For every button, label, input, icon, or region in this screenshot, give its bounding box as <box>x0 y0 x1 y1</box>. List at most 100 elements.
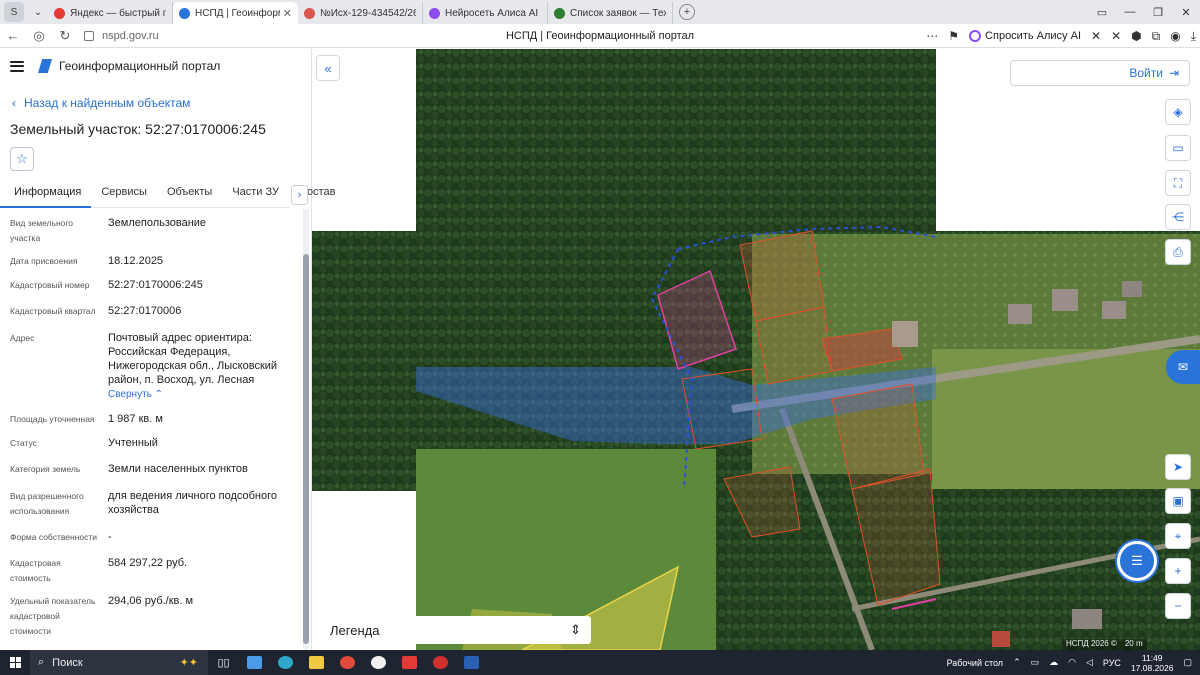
reload-icon[interactable]: ↻ <box>52 28 78 44</box>
attr-value: Земли населенных пунктов <box>108 463 248 475</box>
taskbar-search[interactable]: ⌕ Поиск ✦✦ <box>30 650 208 675</box>
select-area-icon: ⛶ <box>1173 175 1183 190</box>
tab-parts[interactable]: Части ЗУ <box>222 182 289 208</box>
url-field[interactable]: nspd.gov.ru <box>84 30 159 42</box>
tab-services[interactable]: Сервисы <box>91 182 157 208</box>
minimap-button[interactable]: ▣ <box>1165 488 1191 514</box>
collapse-panel-button[interactable]: « <box>316 55 340 81</box>
alisa-favicon-icon <box>429 7 440 19</box>
chrome-icon[interactable] <box>332 650 363 675</box>
browser-menu-icon[interactable]: S <box>4 2 24 22</box>
message-icon: ☰ <box>1131 553 1143 568</box>
geolocation-button[interactable]: ⌖ <box>1165 523 1191 549</box>
file-explorer-icon[interactable] <box>301 650 332 675</box>
back-arrow-icon[interactable]: ← <box>0 28 26 43</box>
profile-icon[interactable]: ▭ <box>1088 0 1116 24</box>
attr-key: Площадь уточненная <box>10 414 95 424</box>
browser-tab-strip: S ⌄ Яндекс — быстрый поиск НСПД | Геоинф… <box>0 0 1200 24</box>
browser-tab[interactable]: Нейросеть Алиса AI - бес <box>423 2 548 24</box>
yandex-browser-icon[interactable] <box>363 650 394 675</box>
cloud-icon[interactable]: ☁ <box>1049 657 1058 668</box>
attr-value: Почтовый адрес ориентира: Российская Фед… <box>108 332 278 400</box>
print-button[interactable]: ⎙ <box>1165 239 1191 265</box>
support-chat-tab[interactable]: ✉ <box>1166 350 1200 384</box>
legend-toggle[interactable]: Легенда ⇕ <box>320 616 591 644</box>
tab-objects[interactable]: Объекты <box>157 182 222 208</box>
clock[interactable]: 11:49 17.08.2026 <box>1131 653 1174 673</box>
layers-button[interactable]: ◈ <box>1165 99 1191 125</box>
location-pin-icon: ⌖ <box>1174 528 1182 543</box>
zoom-in-button[interactable]: + <box>1165 558 1191 584</box>
downloads-icon[interactable]: ⤓ <box>1191 29 1196 44</box>
attr-value: Учтенный <box>108 437 158 449</box>
desktop-label[interactable]: Рабочий стол <box>947 658 1004 668</box>
volume-icon[interactable]: ◁ <box>1086 657 1093 668</box>
map-attribution: НСПД 2026 © 20 m <box>1062 639 1147 650</box>
network-icon[interactable]: ▭ <box>1031 657 1040 668</box>
close-tab-icon[interactable]: ✕ <box>283 7 292 20</box>
share-button[interactable]: ⋲ <box>1165 204 1191 230</box>
language-indicator[interactable]: РУС <box>1103 658 1121 668</box>
double-chevron-left-icon: « <box>324 60 332 76</box>
attr-key: Категория земель <box>10 464 81 474</box>
attr-key: Кадастровая стоимость <box>10 558 61 583</box>
tabs-dropdown-icon[interactable]: ⌄ <box>28 2 48 22</box>
favorite-button[interactable]: ☆ <box>10 147 34 171</box>
hamburger-menu-icon[interactable] <box>10 60 24 72</box>
attr-key: Форма собственности <box>10 532 97 542</box>
tabs-scroll-right-button[interactable]: › <box>291 185 308 205</box>
ask-alisa-button[interactable]: Спросить Алису AI <box>969 30 1081 42</box>
new-tab-button[interactable]: + <box>679 4 695 20</box>
zoom-out-button[interactable]: − <box>1165 593 1191 619</box>
more-icon[interactable]: ⋯ <box>926 29 938 43</box>
attr-key: Кадастровый номер <box>10 280 90 290</box>
chevron-up-icon[interactable]: ⌃ <box>1013 657 1021 668</box>
select-area-button[interactable]: ⛶ <box>1165 170 1191 196</box>
back-to-results-link[interactable]: ‹ Назад к найденным объектам <box>12 96 190 110</box>
windows-taskbar: ⌕ Поиск ✦✦ ▯▯ Рабочий стол ⌃ ▭ ☁ ◠ ◁ РУС… <box>0 650 1200 675</box>
extension-icon[interactable]: ✕ <box>1091 29 1101 43</box>
scale-label: 20 m <box>1124 639 1143 648</box>
puzzle-icon[interactable]: ⬢ <box>1131 29 1141 43</box>
navigation-arrow-icon: ➤ <box>1172 460 1184 474</box>
start-button[interactable] <box>0 657 30 668</box>
browser-tab[interactable]: Список заявок — ТехноК <box>548 2 673 24</box>
profile-avatar-icon[interactable]: ◉ <box>1170 29 1180 43</box>
opera-icon[interactable] <box>425 650 456 675</box>
app-header: Геоинформационный портал <box>10 59 220 73</box>
panel-scrollbar[interactable] <box>303 209 309 649</box>
minimap-icon: ▣ <box>1172 494 1184 508</box>
attr-key: Дата присвоения <box>10 256 78 266</box>
word-icon[interactable] <box>456 650 487 675</box>
collections-icon[interactable]: ⧉ <box>1152 29 1161 44</box>
notifications-icon[interactable]: ▢ <box>1183 657 1192 668</box>
document-favicon-icon <box>304 7 315 19</box>
browser-tab[interactable]: Яндекс — быстрый поиск <box>48 2 173 24</box>
lock-icon <box>84 30 94 41</box>
mail-app-icon[interactable] <box>239 650 270 675</box>
restore-icon[interactable]: ❐ <box>1144 0 1172 24</box>
bookmark-icon[interactable]: ⚑ <box>948 29 959 43</box>
attr-value: 52:27:0170006 <box>108 305 182 317</box>
browser-tab-active[interactable]: НСПД | Геоинформационный ✕ <box>173 2 298 24</box>
tab-information[interactable]: Информация <box>0 182 92 208</box>
locate-button[interactable]: ➤ <box>1165 454 1191 480</box>
browser-tab[interactable]: №Исх-129-434542/26 от <box>298 2 423 24</box>
collapse-address-link[interactable]: Свернуть ⌃ <box>108 389 163 400</box>
login-button[interactable]: Войти ⇥ <box>1010 60 1190 86</box>
minimize-icon[interactable]: — <box>1116 0 1144 24</box>
attr-key: Кадастровый квартал <box>10 306 96 316</box>
yandex-app-icon[interactable] <box>394 650 425 675</box>
scrollbar-thumb[interactable] <box>303 254 309 644</box>
close-window-icon[interactable]: ✕ <box>1172 0 1200 24</box>
satellite-map[interactable] <box>312 49 1200 650</box>
extension-icon[interactable]: ✕ <box>1111 29 1121 43</box>
window-controls: ▭ — ❐ ✕ <box>1088 0 1200 24</box>
edge-icon[interactable] <box>270 650 301 675</box>
task-view-icon[interactable]: ▯▯ <box>208 650 239 675</box>
measure-button[interactable]: ▭ <box>1165 135 1191 161</box>
wifi-icon[interactable]: ◠ <box>1068 657 1076 668</box>
layers-icon: ◈ <box>1173 105 1183 119</box>
protect-icon[interactable]: ◎ <box>26 28 52 44</box>
chat-assistant-button[interactable]: ☰ <box>1117 541 1157 581</box>
